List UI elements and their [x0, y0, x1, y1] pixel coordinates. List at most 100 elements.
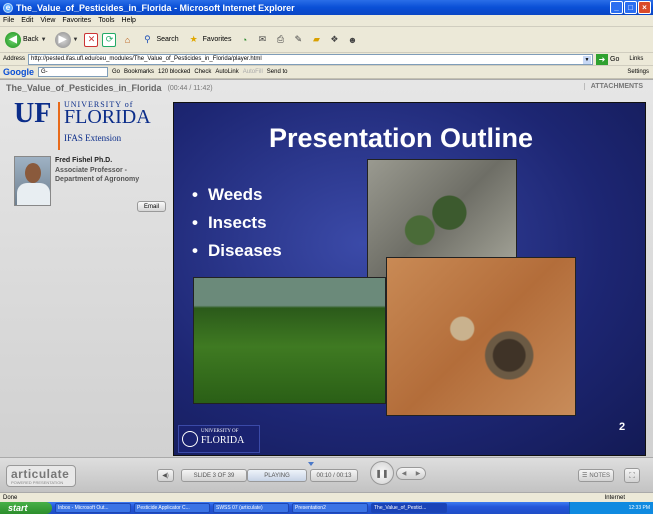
logo-florida: FLORIDA: [64, 106, 151, 128]
articulate-logo[interactable]: articulate POWERED PRESENTATION: [6, 465, 76, 487]
slide-bullet-list: Weeds Insects Diseases: [192, 181, 282, 265]
folder-icon[interactable]: ▰: [309, 33, 323, 47]
print-icon[interactable]: ⎙: [273, 33, 287, 47]
links-button[interactable]: Links: [629, 56, 643, 62]
google-search-input[interactable]: G-: [38, 67, 108, 77]
mail-icon[interactable]: ✉: [255, 33, 269, 47]
home-icon[interactable]: ⌂: [120, 33, 134, 47]
grub-photo: [386, 257, 576, 416]
bullet-diseases: Diseases: [192, 237, 282, 265]
close-button[interactable]: ×: [638, 1, 651, 14]
slide-title: Presentation Outline: [269, 123, 534, 153]
search-button[interactable]: ⚲ Search: [138, 29, 180, 51]
forward-button[interactable]: ▶ ▼: [53, 29, 81, 51]
start-button[interactable]: start: [0, 502, 52, 514]
notes-icon: ☰: [581, 473, 588, 479]
slide-counter[interactable]: SLIDE 3 OF 39: [181, 469, 247, 482]
menu-tools[interactable]: Tools: [98, 17, 114, 24]
bullet-weeds: Weeds: [192, 181, 282, 209]
window-controls: _ □ ×: [610, 1, 651, 14]
taskbar-item-outlook[interactable]: Inbox - Microsoft Out...: [55, 503, 131, 513]
research-icon[interactable]: ❖: [327, 33, 341, 47]
presenter-photo: [14, 156, 51, 206]
address-url: http://pested.ifas.ufl.edu/ceu_modules/T…: [31, 56, 262, 62]
check-button[interactable]: Check: [194, 69, 211, 75]
presenter-name: Fred Fishel Ph.D.: [55, 157, 113, 164]
window-titlebar[interactable]: e The_Value_of_Pesticides_in_Florida - M…: [0, 0, 653, 15]
slide-timecode: 00:10 / 00:13: [310, 469, 358, 482]
google-go-button[interactable]: Go: [112, 69, 120, 75]
bookmarks-button[interactable]: Bookmarks: [124, 69, 154, 75]
uf-seal-icon: [182, 431, 198, 447]
sendto-button[interactable]: Send to: [267, 69, 288, 75]
uf-logo-mark: UF: [14, 98, 52, 129]
presenter-sidebar: UF UNIVERSITY of FLORIDA IFAS Extension …: [2, 96, 171, 458]
autolink-button[interactable]: AutoLink: [215, 69, 238, 75]
previous-slide-icon[interactable]: ◀: [402, 470, 407, 477]
menu-edit[interactable]: Edit: [21, 17, 33, 24]
playback-status: PLAYING: [247, 469, 307, 482]
settings-button[interactable]: Settings: [627, 69, 649, 75]
attachments-button[interactable]: ATTACHMENTS: [583, 83, 643, 90]
favorites-button[interactable]: ★ Favorites: [185, 29, 234, 51]
history-icon[interactable]: ◔: [237, 33, 251, 47]
taskbar-item-ie[interactable]: The_Value_of_Pestici...: [371, 503, 447, 513]
slide-uf-logo: UNIVERSITY OF FLORIDA: [178, 425, 260, 453]
popup-blocked-counter[interactable]: 120 blocked: [158, 69, 190, 75]
chevron-down-icon: ▼: [72, 36, 79, 43]
system-tray: 12:33 PM: [569, 502, 653, 514]
notes-button[interactable]: ☰ NOTES: [578, 469, 614, 482]
email-button[interactable]: Email: [137, 201, 166, 212]
fullscreen-button[interactable]: ⛶: [624, 468, 640, 483]
go-button[interactable]: ➜ Go: [596, 53, 619, 65]
presentation-title: The_Value_of_Pesticides_in_Florida: [6, 83, 162, 93]
address-input[interactable]: http://pested.ifas.ufl.edu/ceu_modules/T…: [28, 53, 594, 65]
windows-taskbar: start Inbox - Microsoft Out... Pesticide…: [0, 502, 653, 514]
logo-divider: [58, 102, 60, 150]
taskbar-item-pesticide[interactable]: Pesticide Applicator C...: [134, 503, 210, 513]
prev-next-control: ◀ ▶: [396, 467, 426, 480]
uf-ifas-logo: UF UNIVERSITY of FLORIDA IFAS Extension: [14, 100, 164, 152]
security-zone: Internet: [604, 494, 625, 501]
taskbar-item-presentation2[interactable]: Presentation2: [292, 503, 368, 513]
slide-canvas[interactable]: Presentation Outline Weeds Insects Disea…: [173, 102, 646, 456]
address-bar: Address http://pested.ifas.ufl.edu/ceu_m…: [0, 53, 653, 66]
menu-favorites[interactable]: Favorites: [62, 17, 91, 24]
google-toolbar: Google G- Go Bookmarks 120 blocked Check…: [0, 66, 653, 79]
autofill-button[interactable]: AutoFill: [243, 69, 263, 75]
clock[interactable]: 12:33 PM: [629, 505, 650, 511]
refresh-icon[interactable]: ⟳: [102, 32, 117, 47]
pause-icon: ❚❚: [375, 468, 389, 478]
taskbar-item-swss[interactable]: SWSS 07 (articulate): [213, 503, 289, 513]
back-arrow-icon: ◀: [5, 31, 21, 48]
status-text: Done: [3, 494, 18, 501]
go-arrow-icon: ➜: [596, 53, 609, 65]
messenger-icon[interactable]: ☻: [345, 33, 359, 47]
forward-arrow-icon: ▶: [54, 31, 71, 48]
bullet-insects: Insects: [192, 209, 282, 237]
presentation-player: The_Value_of_Pesticides_in_Florida (00:4…: [0, 79, 653, 493]
field-photo: [193, 277, 386, 404]
ie-logo-icon: e: [3, 2, 13, 13]
stop-icon[interactable]: ✕: [84, 32, 99, 47]
menu-view[interactable]: View: [40, 17, 55, 24]
menu-help[interactable]: Help: [122, 17, 136, 24]
presentation-time: (00:44 / 11:42): [167, 84, 213, 92]
maximize-button[interactable]: □: [624, 1, 637, 14]
volume-button[interactable]: ◀): [157, 469, 174, 482]
presenter-role: Associate Professor - Department of Agro…: [55, 167, 140, 183]
favorites-star-icon: ★: [189, 34, 198, 44]
google-logo[interactable]: Google: [3, 67, 34, 77]
chevron-down-icon[interactable]: ▼: [583, 55, 592, 64]
back-button[interactable]: ◀ Back ▼: [3, 29, 49, 51]
seek-marker-icon[interactable]: [308, 462, 314, 466]
edit-icon[interactable]: ✎: [291, 33, 305, 47]
fullscreen-icon: ⛶: [629, 470, 635, 480]
chevron-down-icon: ▼: [40, 36, 47, 43]
pause-button[interactable]: ❚❚: [370, 461, 394, 485]
player-controls: articulate POWERED PRESENTATION ◀) SLIDE…: [0, 457, 653, 493]
minimize-button[interactable]: _: [610, 1, 623, 14]
menu-file[interactable]: File: [3, 17, 14, 24]
status-bar: Done Internet: [0, 492, 653, 502]
next-slide-icon[interactable]: ▶: [416, 470, 421, 477]
